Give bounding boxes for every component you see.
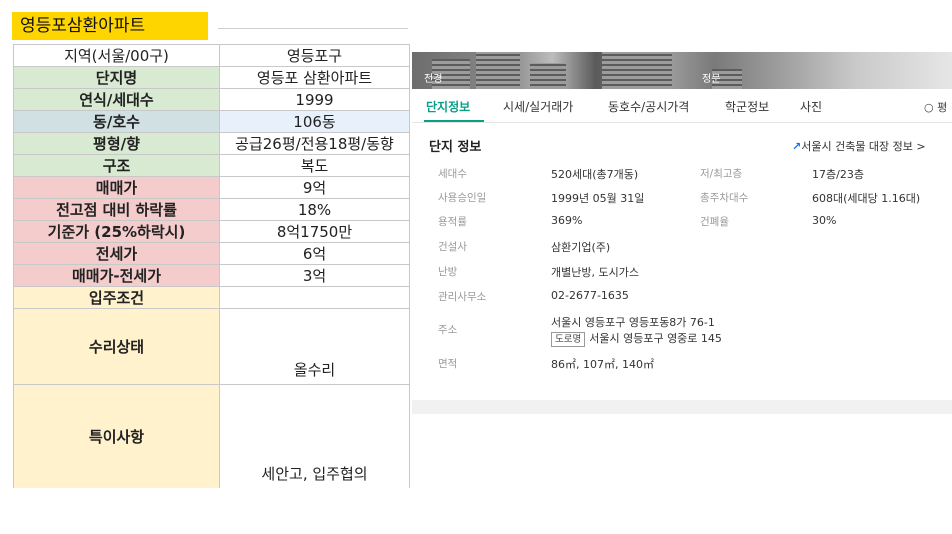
- road-address: 도로명 서울시 영등포구 영중로 145: [551, 330, 722, 347]
- value-notes: 세안고, 입주협의: [219, 384, 410, 488]
- label-drop-rate: 전고점 대비 하락률: [13, 198, 220, 221]
- sheet-divider: [218, 28, 408, 29]
- label-sale-price: 매매가: [13, 176, 220, 199]
- value-dong-unit: 106동: [219, 110, 410, 133]
- value-base-price: 8억1750만: [219, 220, 410, 243]
- info-label: 저/최고층: [700, 168, 743, 180]
- photo-label-gate: 정문: [702, 74, 721, 85]
- info-label: 난방: [438, 266, 458, 278]
- info-value: 삼환기업(주): [551, 241, 611, 254]
- tab-more[interactable]: ○ 평: [924, 99, 947, 115]
- value-complex: 영등포 삼환아파트: [219, 66, 410, 89]
- info-value: 369%: [551, 214, 583, 227]
- photo-strip[interactable]: 전경 정문: [412, 52, 952, 89]
- value-size-direction: 공급26평/전용18평/동향: [219, 132, 410, 155]
- label-base-price: 기준가 (25%하락시): [13, 220, 220, 243]
- info-value: 86㎡, 107㎡, 140㎡: [551, 358, 654, 371]
- info-label: 세대수: [438, 168, 467, 180]
- panel-footer-bar: [412, 400, 952, 414]
- info-label: 주소: [438, 324, 458, 336]
- seoul-registry-link-label: 서울시 건축물 대장 정보 >: [801, 140, 926, 153]
- tab-school[interactable]: 학군정보: [725, 98, 769, 115]
- label-complex: 단지명: [13, 66, 220, 89]
- info-value: 608대(세대당 1.16대): [812, 192, 921, 205]
- value-repair: 올수리: [219, 308, 410, 385]
- value-drop-rate: 18%: [219, 198, 410, 221]
- road-address-value: 서울시 영등포구 영중로 145: [589, 332, 722, 345]
- info-value: 520세대(총7개동): [551, 168, 639, 181]
- info-label: 건폐율: [700, 216, 729, 228]
- info-value: 개별난방, 도시가스: [551, 266, 639, 279]
- info-value: 17층/23층: [812, 168, 864, 181]
- value-jeonse-price: 6억: [219, 242, 410, 265]
- label-notes: 특이사항: [13, 384, 220, 488]
- label-move-in: 입주조건: [13, 286, 220, 309]
- value-year-households: 1999: [219, 88, 410, 111]
- info-label: 면적: [438, 358, 458, 370]
- tab-price[interactable]: 시세/실거래가: [503, 98, 573, 115]
- tab-photos[interactable]: 사진: [800, 98, 822, 115]
- info-value: 서울시 영등포구 영등포동8가 76-1: [551, 316, 715, 329]
- info-value: 30%: [812, 214, 837, 227]
- info-label: 총주차대수: [700, 192, 749, 204]
- value-region: 영등포구: [219, 44, 410, 67]
- info-label: 건설사: [438, 241, 467, 253]
- active-tab-indicator: [424, 120, 484, 122]
- value-structure: 복도: [219, 154, 410, 177]
- building-image: [602, 52, 672, 89]
- info-label: 사용승인일: [438, 192, 487, 204]
- info-label: 관리사무소: [438, 291, 487, 303]
- label-structure: 구조: [13, 154, 220, 177]
- tab-units[interactable]: 동호수/공시가격: [608, 98, 689, 115]
- info-value: 02-2677-1635: [551, 289, 629, 302]
- info-label: 용적률: [438, 216, 467, 228]
- registry-icon: ↗: [792, 140, 802, 153]
- property-sheet: 지역(서울/00구) 영등포구 단지명 영등포 삼환아파트 연식/세대수 199…: [13, 44, 410, 488]
- building-image: [476, 52, 520, 89]
- tab-bar: 단지정보 시세/실거래가 동호수/공시가격 학군정보 사진 ○ 평: [412, 89, 952, 123]
- label-repair: 수리상태: [13, 308, 220, 385]
- value-move-in: [219, 286, 410, 309]
- road-tag: 도로명: [551, 332, 586, 347]
- value-sale-price: 9억: [219, 176, 410, 199]
- building-image: [530, 63, 566, 89]
- section-title: 단지 정보: [429, 140, 482, 155]
- complex-info-panel: 전경 정문 단지정보 시세/실거래가 동호수/공시가격 학군정보 사진 ○ 평 …: [412, 52, 952, 412]
- label-jeonse-price: 전세가: [13, 242, 220, 265]
- info-value: 1999년 05월 31일: [551, 192, 645, 205]
- label-region: 지역(서울/00구): [13, 44, 220, 67]
- label-year-households: 연식/세대수: [13, 88, 220, 111]
- photo-label-overview: 전경: [424, 74, 443, 85]
- label-gap: 매매가-전세가: [13, 264, 220, 287]
- label-size-direction: 평형/향: [13, 132, 220, 155]
- label-dong-unit: 동/호수: [13, 110, 220, 133]
- sheet-title: 영등포삼환아파트: [12, 12, 208, 40]
- tab-complex-info[interactable]: 단지정보: [426, 98, 470, 115]
- seoul-registry-link[interactable]: ↗서울시 건축물 대장 정보 >: [792, 138, 926, 154]
- value-gap: 3억: [219, 264, 410, 287]
